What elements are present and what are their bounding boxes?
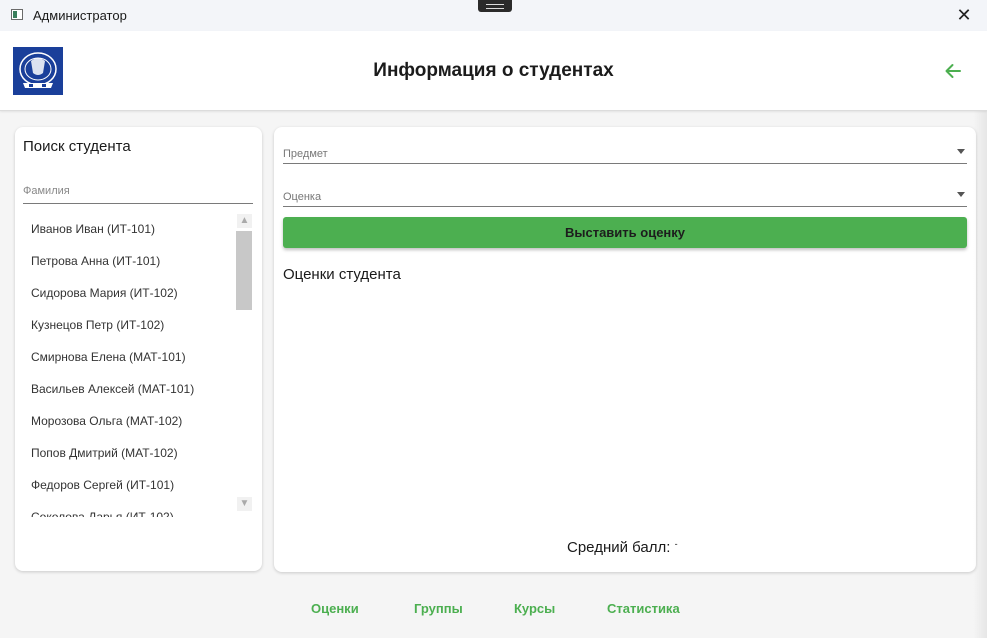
nav-grades[interactable]: Оценки <box>311 601 359 616</box>
set-grade-button[interactable]: Выставить оценку <box>283 217 967 248</box>
student-list-item[interactable]: Иванов Иван (ИТ-101) <box>15 213 237 245</box>
snap-grip-handle[interactable] <box>478 0 512 12</box>
chevron-down-icon <box>957 149 965 154</box>
student-list-item[interactable]: Попов Дмитрий (МАТ-102) <box>15 437 237 469</box>
surname-search-input[interactable] <box>23 179 253 204</box>
bottom-navigation: Оценки Группы Курсы Статистика <box>0 601 987 623</box>
student-list-scrollbar[interactable]: ▲ ▼ <box>236 213 252 513</box>
average-score-label: Средний балл: <box>567 539 671 556</box>
page-title: Информация о студентах <box>373 60 614 81</box>
chevron-down-icon <box>957 192 965 197</box>
nav-groups[interactable]: Группы <box>414 601 463 616</box>
back-button[interactable] <box>940 58 966 84</box>
nav-statistics[interactable]: Статистика <box>607 601 680 616</box>
student-list-item[interactable]: Сидорова Мария (ИТ-102) <box>15 277 237 309</box>
student-grades-title: Оценки студента <box>283 266 401 283</box>
arrow-left-icon <box>945 64 961 78</box>
subject-dropdown[interactable]: Предмет <box>283 137 967 164</box>
app-window-icon <box>11 9 23 20</box>
student-list[interactable]: Иванов Иван (ИТ-101) Петрова Анна (ИТ-10… <box>15 213 237 517</box>
student-list-item[interactable]: Кузнецов Петр (ИТ-102) <box>15 309 237 341</box>
average-score-value: - <box>674 539 678 549</box>
student-list-item[interactable]: Федоров Сергей (ИТ-101) <box>15 469 237 501</box>
scroll-down-icon[interactable]: ▼ <box>237 497 252 511</box>
scrollbar-thumb[interactable] <box>236 231 252 310</box>
grade-dropdown-label: Оценка <box>283 191 322 203</box>
window-titlebar: Администратор ✕ <box>0 0 987 32</box>
average-score: Средний балл: - <box>567 539 678 556</box>
student-list-item[interactable]: Васильев Алексей (МАТ-101) <box>15 373 237 405</box>
window-title: Администратор <box>33 8 127 23</box>
student-list-item[interactable]: Смирнова Елена (МАТ-101) <box>15 341 237 373</box>
nav-courses[interactable]: Курсы <box>514 601 555 616</box>
window-edge-shadow <box>973 111 987 638</box>
search-title: Поиск студента <box>23 138 131 155</box>
app-header: Информация о студентах <box>0 31 987 111</box>
subject-dropdown-label: Предмет <box>283 148 328 160</box>
scroll-up-icon[interactable]: ▲ <box>237 214 252 228</box>
student-search-panel: Поиск студента Иванов Иван (ИТ-101) Петр… <box>15 127 262 571</box>
grading-panel: Предмет Оценка Выставить оценку Оценки с… <box>274 127 976 572</box>
student-list-item[interactable]: Соколова Дарья (ИТ-102) <box>15 501 237 517</box>
window-close-button[interactable]: ✕ <box>941 0 987 31</box>
grade-dropdown[interactable]: Оценка <box>283 180 967 207</box>
student-list-item[interactable]: Морозова Ольга (МАТ-102) <box>15 405 237 437</box>
student-list-item[interactable]: Петрова Анна (ИТ-101) <box>15 245 237 277</box>
